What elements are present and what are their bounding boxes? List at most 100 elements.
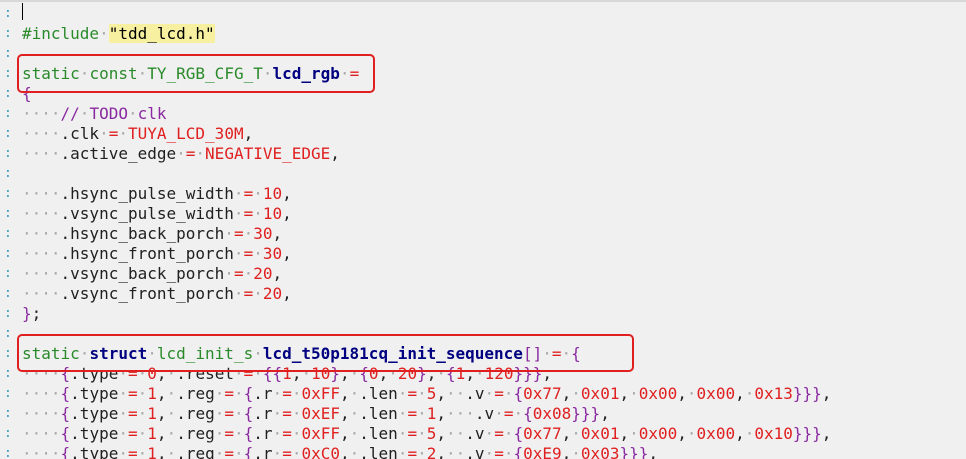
code-token-pun: ,: [156, 384, 167, 403]
code-token-pun: ,: [282, 204, 292, 223]
code-token-brk: {: [513, 424, 524, 443]
code-token-ws: ··: [446, 444, 466, 459]
code-line[interactable]: ····.hsync_front_porch·=·30,: [22, 244, 292, 264]
code-line[interactable]: ····.vsync_front_porch·=·20,: [22, 284, 292, 304]
code-token-ws: ····: [22, 224, 61, 243]
code-token-num: 1: [147, 444, 157, 459]
editor-top-border: [0, 0, 966, 2]
code-token-num: 10: [262, 184, 283, 203]
code-token-op: =: [494, 444, 504, 459]
code-token-mac: TUYA_LCD_30M: [127, 124, 244, 143]
code-token-ws: ·: [233, 244, 244, 263]
code-token-ws: ·: [118, 124, 128, 143]
code-token-num: 5: [426, 384, 437, 403]
code-line[interactable]: ····.vsync_pulse_width·=·10,: [22, 204, 292, 224]
code-token-fld: .reg: [176, 424, 215, 443]
code-token-brk: {: [60, 444, 71, 459]
code-token-ws: ·: [166, 404, 177, 423]
code-token-ws: ·: [744, 384, 755, 403]
code-token-ws: ·: [686, 424, 697, 443]
code-line[interactable]: ····{.type·=·1,·.reg·=·{.r·=·0xFF,·.len·…: [22, 424, 831, 444]
code-token-pun: ,: [243, 124, 254, 143]
gutter-marker: :: [4, 86, 12, 101]
code-token-fld: .r: [253, 424, 273, 443]
code-token-cmt: //: [60, 104, 80, 123]
code-token-pun: ,: [340, 444, 350, 459]
code-token-pun: ,: [677, 384, 687, 403]
code-token-op: =: [127, 424, 138, 443]
code-token-fld: .r: [253, 404, 273, 423]
code-token-ws: ····: [22, 264, 61, 283]
code-token-num: 0x03: [580, 444, 620, 459]
gutter-marker: :: [4, 346, 12, 361]
code-token-brk: }}}: [571, 404, 601, 423]
code-token-brk: {: [243, 404, 254, 423]
code-token-pun: ,: [821, 424, 832, 443]
code-token-ws: ·: [417, 424, 427, 443]
code-token-ws: ·: [234, 424, 244, 443]
code-token-ws: ·: [253, 184, 263, 203]
code-token-ws: ····: [22, 184, 61, 203]
code-token-brk: }}}: [792, 424, 822, 443]
code-token-ws: ·: [234, 384, 244, 403]
code-token-ws: ·: [484, 424, 495, 443]
code-token-ws: ·: [629, 424, 639, 443]
text-cursor: [22, 3, 23, 20]
code-token-ws: ·: [214, 424, 225, 443]
code-token-ws: ·: [349, 424, 360, 443]
code-token-ws: ·: [214, 444, 225, 459]
code-token-num: 0x01: [580, 384, 620, 403]
code-token-op: =: [243, 284, 254, 303]
code-token-op: =: [407, 424, 418, 443]
code-token-ws: ····: [22, 104, 61, 123]
code-token-pun: ,: [436, 384, 447, 403]
code-line[interactable]: ····{.type·=·1,·.reg·=·{.r·=·0xEF,·.len·…: [22, 404, 610, 424]
code-line[interactable]: };: [22, 304, 41, 324]
code-token-ws: ····: [22, 204, 61, 223]
code-token-num: 0x00: [638, 384, 678, 403]
code-line[interactable]: #include·"tdd_lcd.h": [22, 24, 215, 44]
code-token-ws: ·: [629, 384, 639, 403]
code-token-ws: ·: [118, 424, 128, 443]
code-token-op: =: [407, 384, 418, 403]
code-token-ws: ·: [214, 404, 225, 423]
code-token-pun: ,: [272, 264, 283, 283]
code-line[interactable]: ····.active_edge·=·NEGATIVE_EDGE,: [22, 144, 340, 164]
code-editor[interactable]: ::::::::::::::::::::::: #include·"tdd_lc…: [0, 0, 966, 459]
code-line[interactable]: ····{.type·=·1,·.reg·=·{.r·=·0xC0,·.len·…: [22, 444, 658, 459]
code-token-op: =: [127, 444, 138, 459]
code-token-fld: .type: [70, 384, 119, 403]
code-token-fld: .len: [359, 384, 398, 403]
gutter-marker: :: [4, 146, 12, 161]
code-token-ws: ·: [253, 244, 263, 263]
code-token-num: 0xFF: [301, 424, 340, 443]
gutter-marker: :: [4, 46, 12, 61]
code-token-pun: ,: [619, 424, 630, 443]
code-token-fld: .reg: [176, 444, 215, 459]
code-token-fld: .reg: [176, 384, 215, 403]
code-line[interactable]: ····.hsync_pulse_width·=·10,: [22, 184, 292, 204]
code-token-ws: ·: [137, 444, 148, 459]
code-token-op: =: [224, 444, 234, 459]
code-token-pun: ,: [735, 424, 745, 443]
code-token-op: =: [407, 444, 418, 459]
code-token-ws: ·: [243, 264, 254, 283]
highlight-box-lcd-rgb: [17, 54, 375, 93]
code-token-ws: ·: [166, 384, 177, 403]
code-token-num: 0x10: [754, 424, 793, 443]
code-line[interactable]: ····.vsync_back_porch·=·20,: [22, 264, 282, 284]
code-token-pun: ;: [31, 304, 42, 323]
code-token-pun: ,: [436, 444, 447, 459]
code-token-num: 30: [253, 224, 273, 243]
code-token-ws: ·: [99, 24, 109, 43]
code-line[interactable]: ····{.type·=·1,·.reg·=·{.r·=·0xFF,·.len·…: [22, 384, 831, 404]
code-token-ws: ·: [233, 284, 244, 303]
code-token-ws: ·: [243, 224, 254, 243]
code-token-brk: {: [243, 424, 254, 443]
code-token-num: 1: [426, 404, 437, 423]
code-line[interactable]: ····//·TODO·clk: [22, 104, 167, 124]
code-token-ws: ·: [195, 144, 206, 163]
code-line[interactable]: ····.hsync_back_porch·=·30,: [22, 224, 282, 244]
code-token-pun: ,: [282, 184, 292, 203]
code-line[interactable]: ····.clk·=·TUYA_LCD_30M,: [22, 124, 253, 144]
